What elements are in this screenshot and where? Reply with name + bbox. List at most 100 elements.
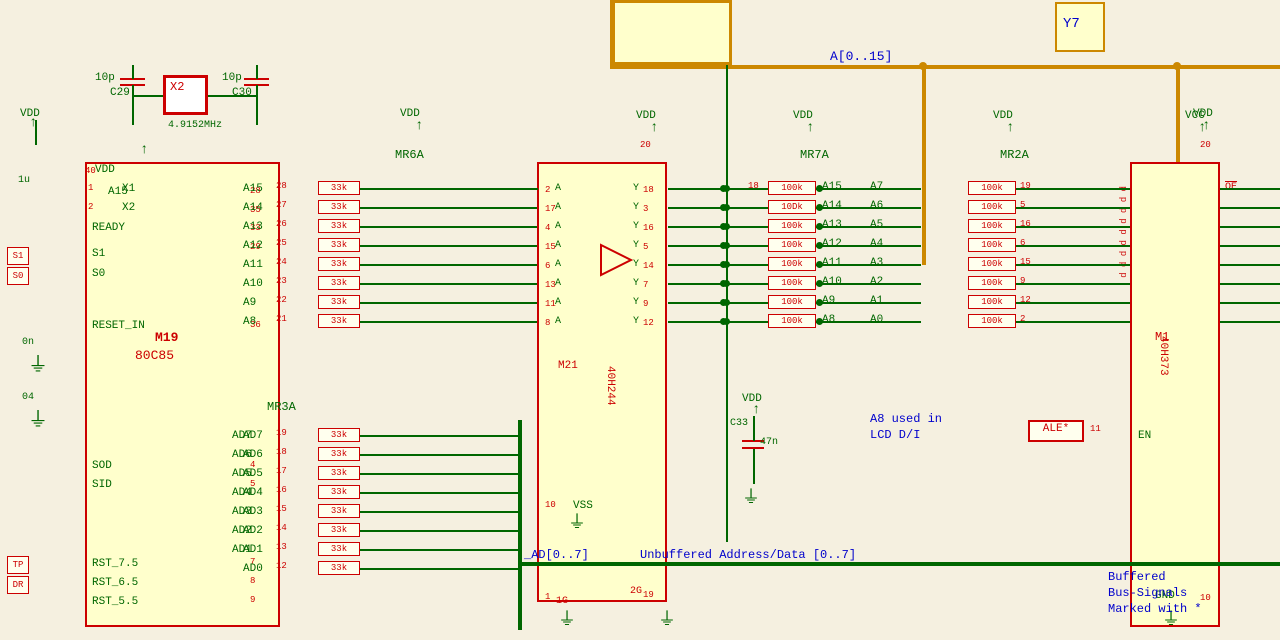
pin20-m1: 20 bbox=[1200, 140, 1211, 150]
sod-label: SOD bbox=[92, 460, 112, 472]
vdd-arrow-40: ↑ bbox=[140, 142, 148, 158]
res100k-a7: 100k bbox=[968, 181, 1016, 195]
schematic-canvas: Y7 Y7 A[0..15] VDD ↑ C29 10p C30 10p X2 … bbox=[0, 0, 1280, 640]
m21-id: M21 bbox=[558, 360, 578, 372]
vdd-arrow-mr7a: ↑ bbox=[806, 120, 814, 136]
pin13-ad: 13 bbox=[276, 542, 287, 552]
addr-bus-v2 bbox=[922, 65, 926, 265]
mr2a-label: MR2A bbox=[1000, 148, 1029, 162]
y-wire-a8 bbox=[668, 321, 768, 323]
res100k-a15: 100k bbox=[768, 181, 816, 195]
gnd-c33: ⏚ bbox=[742, 483, 760, 509]
pin10-m1: 10 bbox=[1200, 593, 1211, 603]
pin8-m21: 8 bbox=[545, 318, 550, 328]
s0-box: S0 bbox=[7, 267, 29, 285]
wire-a14 bbox=[360, 207, 560, 209]
buffered-sub2-with: Marked with * bbox=[1108, 602, 1202, 616]
res-a8: 33k bbox=[318, 314, 360, 328]
vdd-arrow-c33: ↑ bbox=[752, 402, 760, 418]
s1-label: S1 bbox=[92, 248, 105, 260]
res-ad5: 33k bbox=[318, 466, 360, 480]
wire-a11 bbox=[360, 264, 560, 266]
mr3a-label: MR3A bbox=[267, 400, 296, 414]
wire-a8 bbox=[360, 321, 560, 323]
y-out-14: Y bbox=[633, 259, 639, 270]
pin24-a: 24 bbox=[276, 257, 287, 267]
a4-label: A4 bbox=[870, 238, 883, 250]
crystal-wire1 bbox=[132, 95, 163, 97]
wire-ad4 bbox=[360, 492, 518, 494]
cap29-wire1 bbox=[132, 65, 134, 79]
y-wire-a9 bbox=[668, 302, 768, 304]
a7-label: A7 bbox=[870, 181, 883, 193]
pin-x1-num: 1 bbox=[88, 183, 93, 193]
node-a13 bbox=[816, 223, 823, 230]
wire-ad1 bbox=[360, 549, 518, 551]
pin12-ad: 12 bbox=[276, 561, 287, 571]
vdd-arrow-far-right: ↑ bbox=[1202, 118, 1210, 134]
node-a10 bbox=[816, 280, 823, 287]
ale-pin11: 11 bbox=[1090, 424, 1101, 434]
buffer-triangle bbox=[596, 240, 636, 280]
y-out-3: Y bbox=[633, 202, 639, 213]
res-a12: 33k bbox=[318, 238, 360, 252]
res100k-a12: 100k bbox=[768, 238, 816, 252]
x2-label: X2 bbox=[122, 202, 135, 214]
a015-label: A[0..15] bbox=[830, 49, 892, 64]
res-a14: 33k bbox=[318, 200, 360, 214]
a15-res-label: A15 bbox=[243, 183, 263, 195]
res100k-a9: 100k bbox=[768, 295, 816, 309]
gnd-sym-1: ⏚ bbox=[28, 348, 48, 378]
ad3-pin-label: AD3 bbox=[232, 506, 252, 518]
a9-res-label: A9 bbox=[243, 297, 256, 309]
a14-res-label: A14 bbox=[243, 202, 263, 214]
addr-bus-green-v-a8-15 bbox=[726, 162, 728, 542]
res100k-a2: 100k bbox=[968, 276, 1016, 290]
pin6-m21: 6 bbox=[545, 261, 550, 271]
wire-ext-a2 bbox=[1220, 283, 1280, 285]
ready-label: READY bbox=[92, 222, 125, 234]
a-in-4: A bbox=[555, 221, 561, 232]
cap29-wire2 bbox=[132, 85, 134, 125]
c33-label: C33 bbox=[730, 418, 748, 429]
wire-ext-a4 bbox=[1220, 245, 1280, 247]
res100k-a11: 100k bbox=[768, 257, 816, 271]
ad4-pin-label: AD4 bbox=[232, 487, 252, 499]
dot-bus-a15 bbox=[723, 185, 730, 192]
a9-right: A9 bbox=[822, 295, 835, 307]
pin18-m21: 18 bbox=[643, 185, 654, 195]
m21-label: 40H244 bbox=[604, 366, 616, 406]
pin12-m21-y: 12 bbox=[643, 318, 654, 328]
vdd-arrow-mr2a: ↑ bbox=[1006, 120, 1014, 136]
res-ad6: 33k bbox=[318, 447, 360, 461]
rst65-label: RST_6.5 bbox=[92, 577, 138, 589]
y-wire-a11 bbox=[668, 264, 768, 266]
y-wire-a12 bbox=[668, 245, 768, 247]
pin15-ad: 15 bbox=[276, 504, 287, 514]
wire-ad0 bbox=[360, 568, 518, 570]
rst75-label: RST_7.5 bbox=[92, 558, 138, 570]
node-a11 bbox=[816, 261, 823, 268]
ale-box: ALE* bbox=[1028, 420, 1084, 442]
res-ad4: 33k bbox=[318, 485, 360, 499]
ad-bus-v bbox=[518, 420, 522, 630]
vdd-arrow-mr6a: ↑ bbox=[415, 118, 423, 134]
wire-mr7a-to-mr2a-a11 bbox=[816, 264, 921, 266]
y-out-16: Y bbox=[633, 221, 639, 232]
freq-label: 4.9152MHz bbox=[168, 120, 222, 131]
y-wire-a14 bbox=[668, 207, 768, 209]
wire-ext-a7 bbox=[1220, 188, 1280, 190]
reset-label: RESET_IN bbox=[92, 320, 145, 332]
wire-a10 bbox=[360, 283, 560, 285]
res-a10: 33k bbox=[318, 276, 360, 290]
buffered-sub1: Bus-Signals bbox=[1108, 586, 1187, 600]
pin17-ad: 17 bbox=[276, 466, 287, 476]
y-wire-a13 bbox=[668, 226, 768, 228]
vdd-arrow-m21: ↑ bbox=[650, 120, 658, 136]
a12-right: A12 bbox=[822, 238, 842, 250]
cap30-wire2 bbox=[256, 85, 258, 125]
pin20-m21: 20 bbox=[640, 140, 651, 150]
node-a12 bbox=[816, 242, 823, 249]
a-in-6: A bbox=[555, 259, 561, 270]
wire-mr7a-to-mr2a-a13 bbox=[816, 226, 921, 228]
